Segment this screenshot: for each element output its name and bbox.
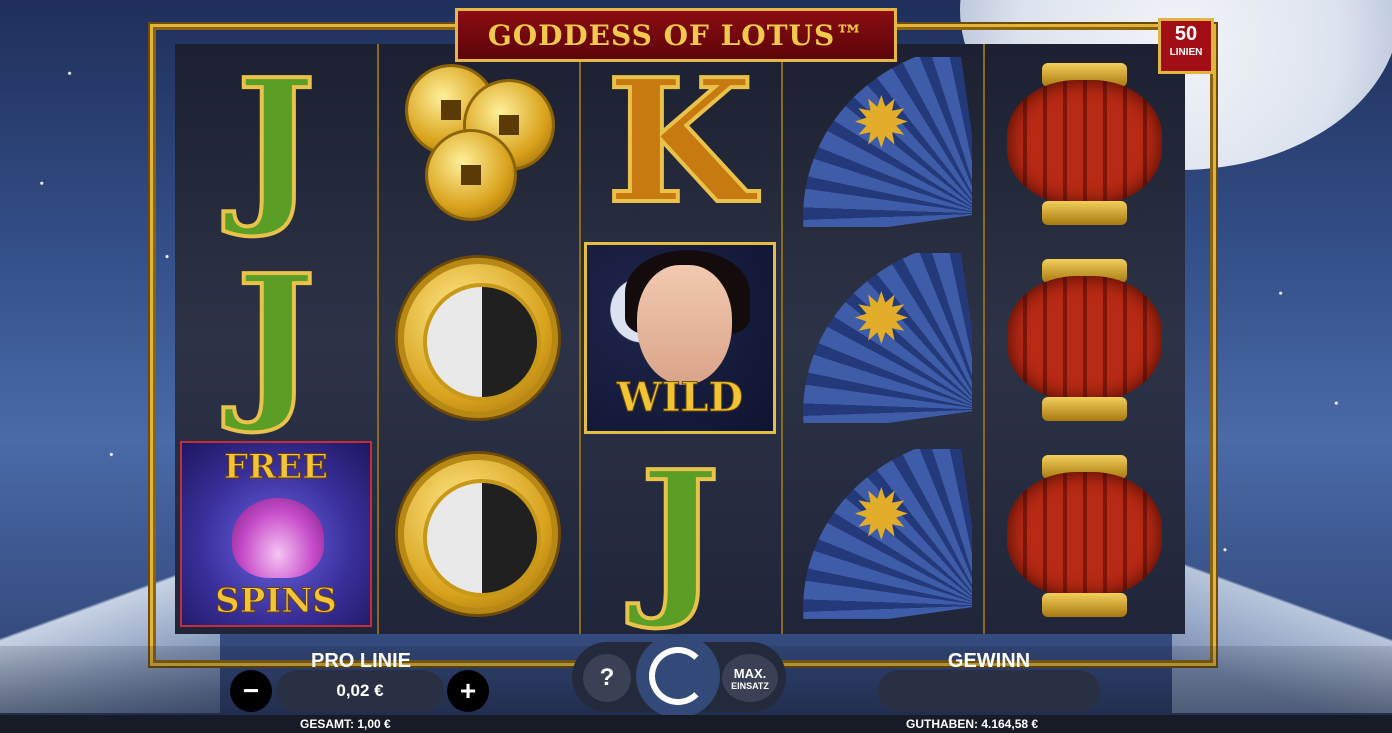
yin-yang-icon [398, 258, 558, 418]
reel-1: J J FREE SPINS [175, 44, 379, 634]
yin-yang-icon [398, 454, 558, 614]
symbol-j: J [638, 434, 722, 634]
help-button[interactable]: ? [583, 654, 631, 702]
symbol-j: J [234, 42, 318, 242]
symbol-lantern [983, 240, 1185, 436]
symbol-fan [781, 240, 983, 436]
lines-count: 50 [1174, 23, 1198, 45]
spin-button[interactable] [636, 634, 720, 718]
lantern-icon [1002, 251, 1167, 426]
reel-grid: J J FREE SPINS K WILD J ✹ ✹ ✹ [175, 44, 1185, 634]
lantern-icon [1002, 55, 1167, 230]
dragon-fan-icon [792, 57, 972, 227]
reel-3: K WILD J [579, 44, 783, 634]
symbol-yin-yang [377, 240, 579, 436]
bet-per-line-value: 0,02 € [276, 670, 444, 712]
lines-label: LINIEN [1169, 47, 1203, 58]
scatter-spins-label: SPINS [215, 581, 338, 622]
dragon-fan-icon [792, 253, 972, 423]
lines-badge: 50 LINIEN [1158, 18, 1214, 74]
game-title: GODDESS OF LOTUS™ [487, 18, 865, 52]
symbol-fan [781, 436, 983, 632]
total-bet-text: GESAMT: 1,00 € [300, 717, 391, 731]
symbol-lantern [983, 44, 1185, 240]
symbol-k: K [604, 42, 756, 242]
decrease-bet-button[interactable]: − [230, 670, 272, 712]
win-display [878, 670, 1100, 712]
increase-bet-button[interactable]: + [447, 670, 489, 712]
max-bet-button[interactable]: MAX. EINSATZ [722, 654, 778, 702]
goddess-wild-icon: WILD [584, 242, 776, 434]
scatter-free-label: FREE [223, 447, 329, 488]
symbol-fan [781, 44, 983, 240]
lotus-icon [232, 498, 324, 578]
reel-2 [377, 44, 581, 634]
lantern-icon [1002, 447, 1167, 622]
wild-label: WILD [616, 374, 744, 422]
chinese-coins-icon [398, 62, 558, 222]
symbol-wild: WILD [579, 240, 781, 436]
symbol-lantern [983, 436, 1185, 632]
symbol-free-spins-scatter: FREE SPINS [175, 436, 377, 632]
symbol-coins [377, 44, 579, 240]
reel-5 [983, 44, 1185, 634]
status-bar [0, 715, 1392, 733]
game-logo: GODDESS OF LOTUS™ [455, 8, 897, 62]
balance-text: GUTHABEN: 4.164,58 € [906, 717, 1039, 731]
reel-4 [781, 44, 985, 634]
symbol-j: J [234, 238, 318, 438]
dragon-fan-icon [792, 449, 972, 619]
spin-icon [649, 647, 707, 705]
symbol-yin-yang [377, 436, 579, 632]
